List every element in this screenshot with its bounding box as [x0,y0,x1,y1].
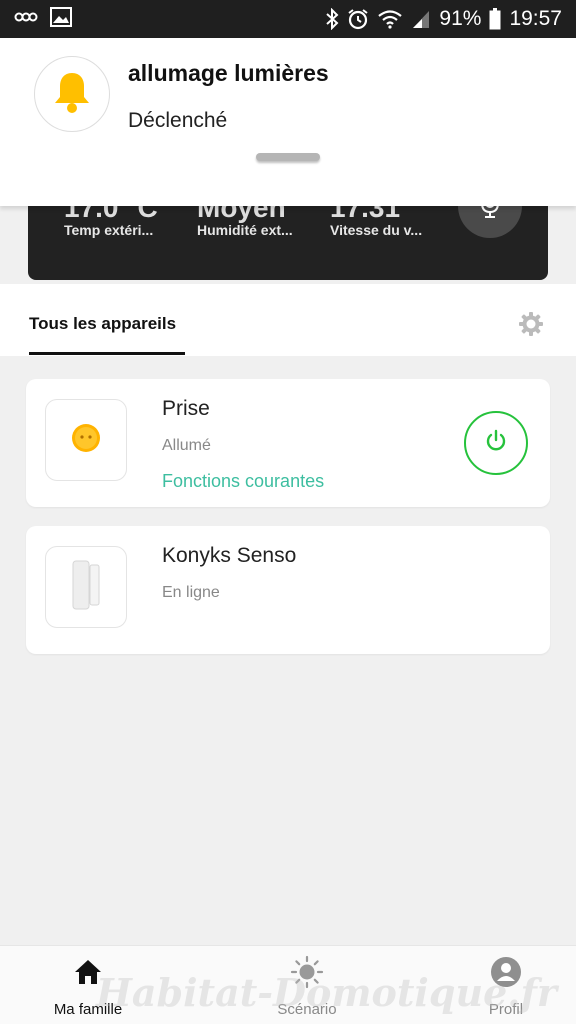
battery-percent: 91% [439,7,482,30]
notification-title: allumage lumières [128,60,329,86]
plug-icon [70,422,102,459]
bluetooth-icon [325,8,339,30]
power-icon [484,429,508,458]
drag-handle[interactable] [256,153,320,161]
power-toggle-button[interactable] [464,411,528,475]
door-sensor-icon [71,559,101,616]
profile-icon [490,956,522,993]
gear-icon[interactable] [518,311,544,342]
device-card-konyks-senso[interactable]: Konyks Senso En ligne [26,526,550,654]
status-bar: 91% 19:57 [0,0,576,38]
tab-all-devices[interactable]: Tous les appareils [29,314,176,334]
gallery-icon [50,6,72,32]
notification-icon-circle [34,56,110,132]
sun-icon [290,955,324,994]
wifi-icon [377,9,403,29]
device-name: Konyks Senso [162,544,297,567]
alarm-icon [347,8,369,30]
notification-subtitle: Déclenché [128,109,228,132]
nav-label: Profil [488,1001,524,1018]
bottom-navigation: Ma famille Scénario Profil [0,945,576,1024]
device-tabs: Tous les appareils [0,284,576,356]
tab-indicator [29,352,185,355]
home-icon [73,958,103,991]
common-functions-link[interactable]: Fonctions courantes [162,471,324,492]
clock: 19:57 [509,7,562,30]
nav-scenario[interactable]: Scénario [247,955,367,1018]
device-thumbnail [45,546,127,628]
weather-label: Vitesse du v... [330,222,423,238]
notification-panel[interactable]: allumage lumières Déclenché [0,38,576,206]
nav-label: Scénario [277,1001,337,1018]
signal-icon [411,9,431,29]
battery-icon [489,8,501,30]
device-status: Allumé [162,437,211,454]
device-card-prise[interactable]: Prise Allumé Fonctions courantes [26,379,550,507]
device-thumbnail [45,399,127,481]
bell-icon [52,70,92,119]
weather-label: Temp extéri... [64,222,154,238]
device-name: Prise [162,397,210,420]
weather-label: Humidité ext... [197,222,293,238]
nav-label: Ma famille [53,1001,123,1018]
device-status: En ligne [162,584,220,601]
nav-profil[interactable]: Profil [446,956,566,1018]
nav-ma-famille[interactable]: Ma famille [28,956,148,1018]
infinity-icon [14,10,38,29]
